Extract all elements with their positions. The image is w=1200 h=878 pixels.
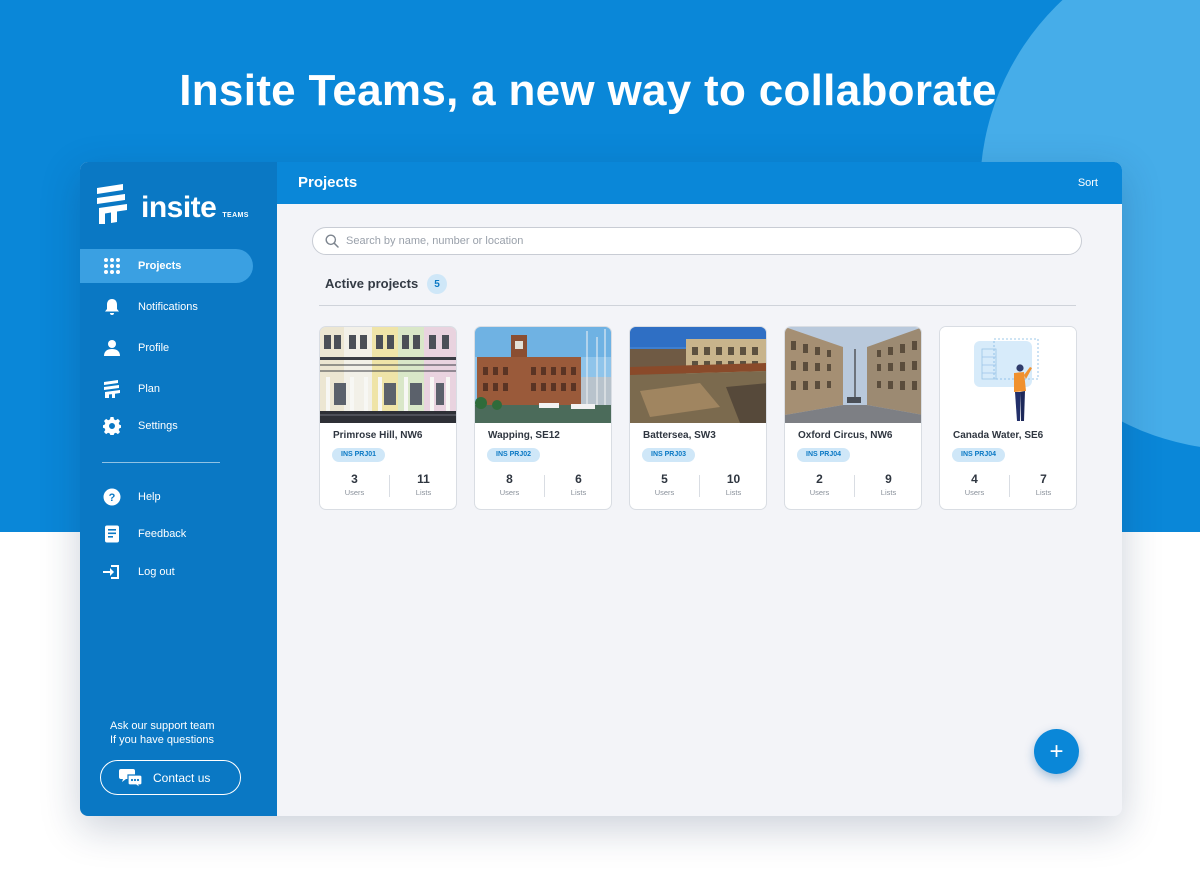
svg-text:?: ?: [109, 492, 116, 504]
lists-label: Lists: [570, 488, 587, 497]
project-card-canada-water[interactable]: Canada Water, SE6 INS PRJ04 4 Users 7 Li…: [939, 326, 1077, 510]
sidebar-item-logout[interactable]: Log out: [80, 555, 253, 589]
feedback-icon: [102, 524, 122, 544]
lists-count: 6: [575, 472, 582, 486]
support-line-1: Ask our support team: [110, 720, 215, 732]
lists-label: Lists: [1035, 488, 1052, 497]
lists-stat: 10 Lists: [699, 472, 766, 497]
users-count: 2: [816, 472, 823, 486]
project-card-oxford-circus[interactable]: Oxford Circus, NW6 INS PRJ04 2 Users 9 L…: [784, 326, 922, 510]
users-count: 8: [506, 472, 513, 486]
active-projects-heading: Active projects: [325, 276, 419, 291]
users-stat: 3 Users: [320, 472, 389, 497]
search-icon: [325, 234, 339, 248]
sidebar-item-label: Profile: [138, 342, 170, 354]
brand-name: insite: [141, 191, 217, 224]
sidebar-item-label: Feedback: [138, 528, 187, 540]
lists-label: Lists: [415, 488, 432, 497]
insite-logo-icon: [97, 184, 127, 224]
project-name: Canada Water, SE6: [953, 430, 1044, 441]
chat-bubbles-icon: [119, 768, 143, 790]
users-label: Users: [654, 488, 675, 497]
sidebar-item-profile[interactable]: Profile: [80, 331, 253, 365]
project-photo-primrose-hill: [320, 327, 456, 423]
users-stat: 2 Users: [785, 472, 854, 497]
users-label: Users: [964, 488, 985, 497]
users-label: Users: [809, 488, 830, 497]
sidebar-item-projects[interactable]: Projects: [80, 249, 253, 283]
bell-icon: [102, 297, 122, 317]
project-code-badge: INS PRJ03: [642, 448, 696, 462]
users-stat: 8 Users: [475, 472, 544, 497]
sidebar-divider: [102, 462, 220, 463]
search-input[interactable]: [346, 235, 1046, 247]
headline: Insite Teams, a new way to collaborate: [179, 66, 997, 115]
users-label: Users: [344, 488, 365, 497]
gear-icon: [102, 416, 122, 436]
lists-stat: 6 Lists: [544, 472, 611, 497]
user-icon: [102, 338, 122, 358]
project-name: Wapping, SE12: [488, 430, 560, 441]
users-count: 4: [971, 472, 978, 486]
lists-stat: 7 Lists: [1009, 472, 1076, 497]
lists-count: 11: [417, 472, 430, 486]
lists-count: 10: [726, 472, 741, 486]
project-card-wapping[interactable]: Wapping, SE12 INS PRJ02 8 Users 6 Lists: [474, 326, 612, 510]
lists-label: Lists: [880, 488, 897, 497]
lists-label: Lists: [725, 488, 742, 497]
project-code-badge: INS PRJ01: [332, 448, 386, 462]
logout-icon: [102, 562, 122, 582]
project-name: Primrose Hill, NW6: [333, 430, 423, 441]
users-count: 3: [351, 472, 358, 486]
page-title: Projects: [298, 174, 358, 191]
brand-logo[interactable]: insite TEAMS: [95, 184, 249, 224]
project-photo-oxford-circus: [785, 327, 921, 423]
top-bar: Projects Sort: [277, 162, 1122, 204]
sidebar-item-plan[interactable]: Plan: [80, 372, 253, 406]
sidebar-item-settings[interactable]: Settings: [80, 409, 253, 443]
sidebar-item-label: Notifications: [138, 301, 198, 313]
brand-sub: TEAMS: [222, 212, 249, 219]
lists-count: 9: [885, 472, 892, 486]
project-photo-battersea: [630, 327, 766, 423]
project-name: Battersea, SW3: [643, 430, 716, 441]
sidebar-item-label: Plan: [138, 383, 161, 395]
project-photo-wapping: [475, 327, 611, 423]
sidebar-item-label: Help: [138, 491, 161, 503]
sidebar-item-label: Log out: [138, 566, 175, 578]
search-bar: [312, 227, 1082, 255]
lists-stat: 9 Lists: [854, 472, 921, 497]
lists-count: 7: [1040, 472, 1047, 486]
contact-us-button[interactable]: Contact us: [100, 760, 241, 795]
plan-icon: [102, 379, 122, 399]
lists-stat: 11 Lists: [389, 472, 456, 497]
sidebar: insite TEAMS Projects Notifications Prof…: [80, 162, 277, 816]
sidebar-item-feedback[interactable]: Feedback: [80, 517, 253, 551]
app-window: insite TEAMS Projects Notifications Prof…: [80, 162, 1122, 816]
help-icon: ?: [102, 487, 122, 507]
grid-icon: [102, 256, 122, 276]
support-text: Ask our support team If you have questio…: [110, 719, 215, 747]
users-label: Users: [499, 488, 520, 497]
project-code-badge: INS PRJ04: [952, 448, 1006, 462]
project-code-badge: INS PRJ04: [797, 448, 851, 462]
project-card-battersea[interactable]: Battersea, SW3 INS PRJ03 5 Users 10 List…: [629, 326, 767, 510]
active-projects-count-badge: 5: [427, 274, 447, 294]
sidebar-item-label: Projects: [138, 260, 182, 272]
sidebar-item-label: Settings: [138, 420, 178, 432]
project-code-badge: INS PRJ02: [487, 448, 541, 462]
project-card-primrose-hill[interactable]: Primrose Hill, NW6 INS PRJ01 3 Users 11 …: [319, 326, 457, 510]
users-stat: 4 Users: [940, 472, 1009, 497]
sort-button[interactable]: Sort: [1078, 177, 1098, 189]
support-line-2: If you have questions: [110, 734, 214, 746]
sidebar-item-notifications[interactable]: Notifications: [80, 290, 253, 324]
project-illustration-canada-water: [940, 327, 1076, 423]
add-project-button[interactable]: +: [1034, 729, 1079, 774]
users-stat: 5 Users: [630, 472, 699, 497]
contact-us-label: Contact us: [153, 770, 211, 785]
project-name: Oxford Circus, NW6: [798, 430, 893, 441]
section-divider: [319, 305, 1076, 306]
users-count: 5: [661, 472, 668, 486]
sidebar-item-help[interactable]: ? Help: [80, 480, 253, 514]
